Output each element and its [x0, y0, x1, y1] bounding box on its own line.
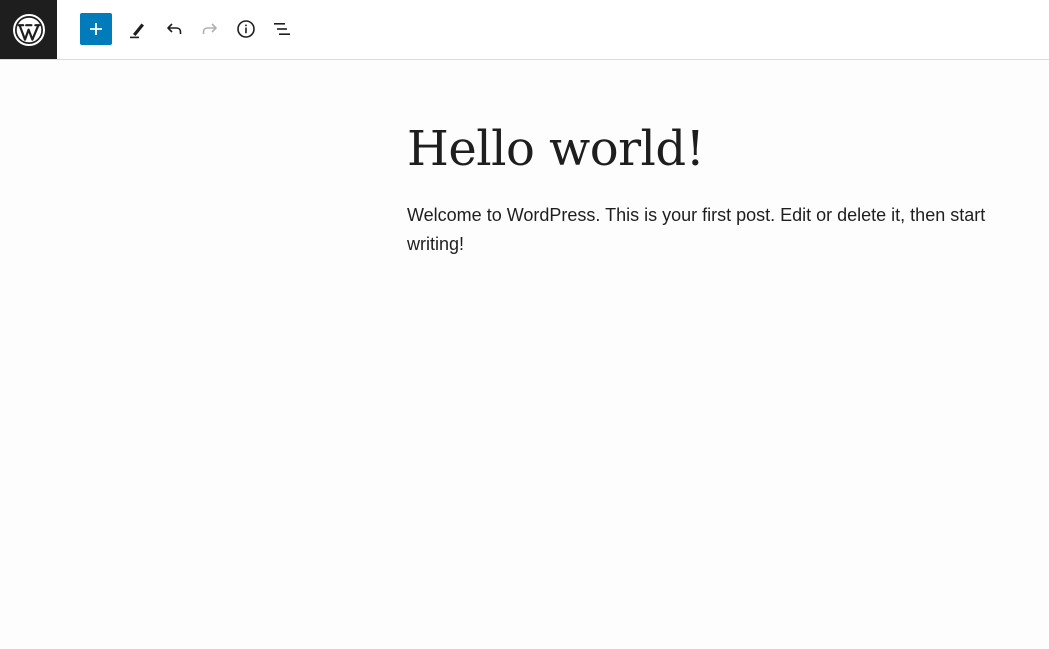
wordpress-logo-button[interactable]: [0, 0, 57, 59]
redo-icon: [202, 23, 217, 34]
details-button[interactable]: [230, 13, 262, 45]
redo-button[interactable]: [194, 13, 226, 45]
add-block-button[interactable]: [80, 13, 112, 45]
post-content: Hello world! Welcome to WordPress. This …: [407, 121, 1017, 259]
wordpress-logo-icon: [12, 13, 45, 46]
plus-icon: [90, 23, 102, 35]
undo-button[interactable]: [158, 13, 190, 45]
info-icon: [237, 20, 255, 38]
pencil-icon: [130, 23, 144, 39]
list-view-icon: [274, 23, 290, 35]
list-view-button[interactable]: [266, 13, 298, 45]
tools-button[interactable]: [122, 13, 154, 45]
editor-toolbar: [80, 13, 302, 45]
post-title[interactable]: Hello world!: [407, 121, 1017, 179]
post-paragraph[interactable]: Welcome to WordPress. This is your first…: [407, 201, 1017, 259]
undo-icon: [167, 23, 182, 34]
editor-header: [0, 0, 1049, 60]
